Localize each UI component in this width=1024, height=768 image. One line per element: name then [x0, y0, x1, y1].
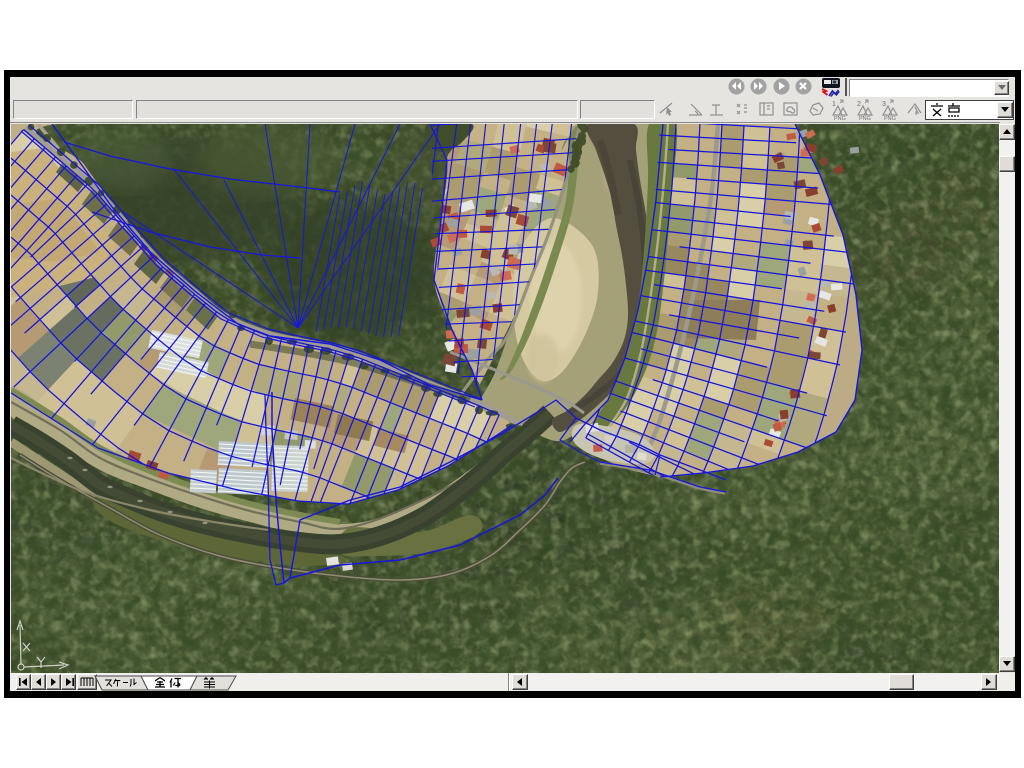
svg-text:3: 3 [882, 101, 886, 108]
svg-text:PNG: PNG [884, 116, 896, 121]
svg-text:PNG: PNG [834, 116, 846, 121]
svg-text:1: 1 [832, 101, 836, 108]
svg-text:PNG: PNG [859, 116, 871, 121]
svg-text:2: 2 [857, 101, 861, 108]
